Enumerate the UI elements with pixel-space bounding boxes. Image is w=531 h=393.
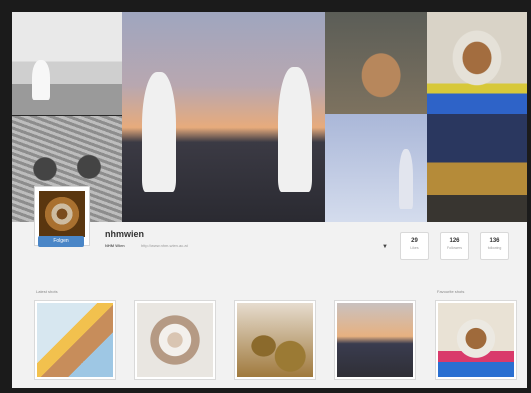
thumb-image [438,303,514,377]
section-favourite-label: Favourite shots [437,289,465,294]
stat-followers[interactable]: 126 Followers [440,232,469,260]
latest-shot-1[interactable] [34,300,116,380]
stat-label: Followers [447,246,462,250]
stat-label: following [487,246,502,250]
stat-value: 29 [411,238,418,244]
mosaic-photo-reindeer[interactable] [325,12,427,114]
stat-value: 126 [449,238,460,244]
full-name: NHM Wien [105,243,125,248]
thumb-image [337,303,413,377]
thumb-image [237,303,313,377]
website-link[interactable]: http://www.nhm-wien.ac.at [141,243,188,248]
caret-down-icon[interactable]: ▼ [382,244,388,250]
mosaic-photo-statue-sky[interactable] [325,114,427,222]
latest-shot-3[interactable] [234,300,316,380]
stat-following[interactable]: 136 following [480,232,509,260]
screen: Folgen nhmwien NHM Wien http://www.nhm-w… [0,0,531,393]
mosaic-photo-statues-sunset[interactable] [122,12,325,222]
profile-page: Folgen nhmwien NHM Wien http://www.nhm-w… [12,12,527,388]
thumb-image [137,303,213,377]
mosaic-photo-toy-animal[interactable] [427,12,527,114]
latest-shot-2[interactable] [134,300,216,380]
stat-label: Likes [410,246,419,250]
stat-likes[interactable]: 29 Likes [400,232,429,260]
avatar-image [39,191,85,237]
mosaic-photo-building-night[interactable] [427,114,527,222]
stat-value: 136 [489,238,500,244]
favourite-shot-1[interactable] [435,300,517,380]
username: nhmwien [105,229,145,239]
follow-button[interactable]: Folgen [38,236,84,247]
mosaic-photo-museum-building[interactable] [12,12,122,115]
latest-shot-4[interactable] [334,300,416,380]
thumb-image [37,303,113,377]
section-latest-label: Latest shots [36,289,58,294]
